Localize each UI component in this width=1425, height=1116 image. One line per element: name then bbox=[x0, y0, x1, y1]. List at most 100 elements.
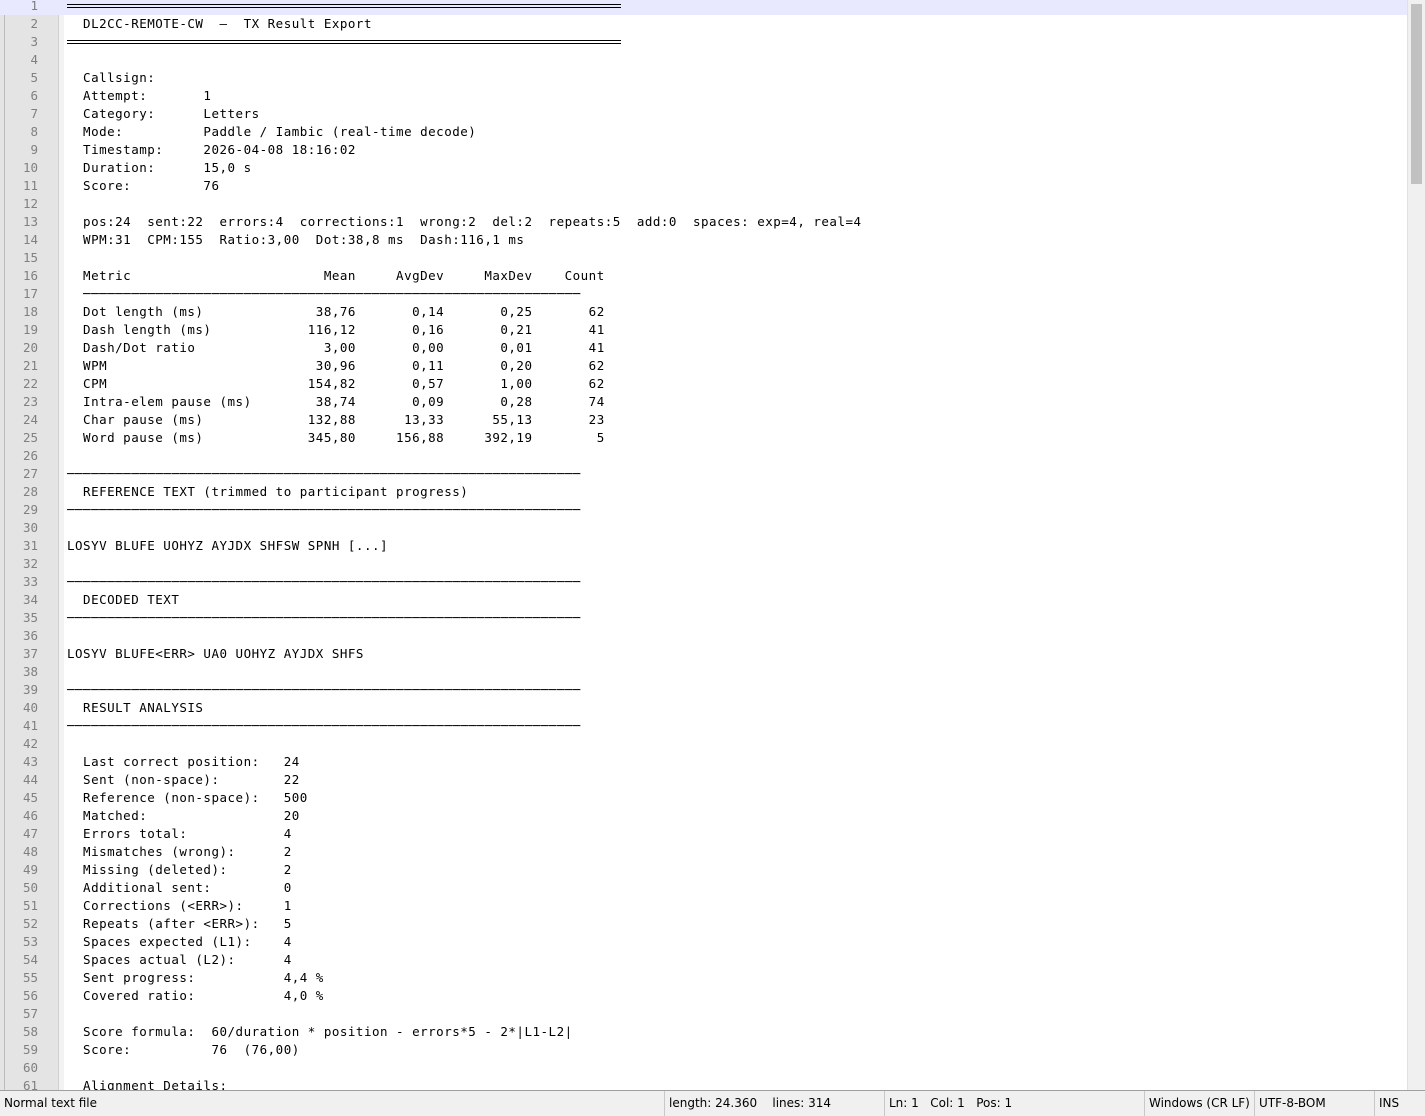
line-text[interactable]: LOSYV BLUFE UOHYZ AYJDX SHFSW SPNH [...] bbox=[67, 537, 388, 555]
text-line[interactable]: 8 Mode: Paddle / Iambic (real-time decod… bbox=[0, 123, 1407, 141]
line-text[interactable]: WPM:31 CPM:155 Ratio:3,00 Dot:38,8 ms Da… bbox=[67, 231, 524, 249]
text-line[interactable]: 57 bbox=[0, 1005, 1407, 1023]
text-line[interactable]: 29 ──────────────────────────────────────… bbox=[0, 501, 1407, 519]
text-line[interactable]: 53 Spaces expected (L1): 4 bbox=[0, 933, 1407, 951]
text-line[interactable]: 30 bbox=[0, 519, 1407, 537]
text-line[interactable]: 59 Score: 76 (76,00) bbox=[0, 1041, 1407, 1059]
line-text[interactable]: Repeats (after <ERR>): 5 bbox=[67, 915, 292, 933]
line-text[interactable]: Reference (non-space): 500 bbox=[67, 789, 308, 807]
vertical-scrollbar[interactable] bbox=[1407, 0, 1425, 1090]
text-line[interactable]: 44 Sent (non-space): 22 bbox=[0, 771, 1407, 789]
line-text[interactable]: Callsign: bbox=[67, 69, 155, 87]
text-line[interactable]: 19 Dash length (ms) 116,12 0,16 0,21 41 bbox=[0, 321, 1407, 339]
line-text[interactable]: ────────────────────────────────────────… bbox=[67, 501, 581, 519]
line-text[interactable]: Spaces expected (L1): 4 bbox=[67, 933, 292, 951]
text-line[interactable]: 15 bbox=[0, 249, 1407, 267]
line-text[interactable]: ────────────────────────────────────────… bbox=[67, 717, 581, 735]
text-line[interactable]: 47 Errors total: 4 bbox=[0, 825, 1407, 843]
line-text[interactable]: Missing (deleted): 2 bbox=[67, 861, 292, 879]
line-text[interactable]: Dash/Dot ratio 3,00 0,00 0,01 41 bbox=[67, 339, 605, 357]
text-line[interactable]: 24 Char pause (ms) 132,88 13,33 55,13 23 bbox=[0, 411, 1407, 429]
text-line[interactable]: 4 bbox=[0, 51, 1407, 69]
text-line[interactable]: 7 Category: Letters bbox=[0, 105, 1407, 123]
text-line[interactable]: 12 bbox=[0, 195, 1407, 213]
text-line[interactable]: 21 WPM 30,96 0,11 0,20 62 bbox=[0, 357, 1407, 375]
text-line[interactable]: 2 DL2CC-REMOTE-CW — TX Result Export bbox=[0, 15, 1407, 33]
text-line[interactable]: 60 bbox=[0, 1059, 1407, 1077]
line-text[interactable]: RESULT ANALYSIS bbox=[67, 699, 203, 717]
line-text[interactable]: Matched: 20 bbox=[67, 807, 300, 825]
text-line[interactable]: 16 Metric Mean AvgDev MaxDev Count bbox=[0, 267, 1407, 285]
text-line[interactable]: 52 Repeats (after <ERR>): 5 bbox=[0, 915, 1407, 933]
text-line[interactable]: 56 Covered ratio: 4,0 % bbox=[0, 987, 1407, 1005]
line-text[interactable]: Duration: 15,0 s bbox=[67, 159, 252, 177]
line-text[interactable]: Sent (non-space): 22 bbox=[67, 771, 300, 789]
text-line[interactable]: 13 pos:24 sent:22 errors:4 corrections:1… bbox=[0, 213, 1407, 231]
text-line[interactable]: 54 Spaces actual (L2): 4 bbox=[0, 951, 1407, 969]
line-text[interactable]: Timestamp: 2026-04-08 18:16:02 bbox=[67, 141, 356, 159]
text-line[interactable]: 55 Sent progress: 4,4 % bbox=[0, 969, 1407, 987]
line-text[interactable]: CPM 154,82 0,57 1,00 62 bbox=[67, 375, 605, 393]
line-text[interactable]: Mode: Paddle / Iambic (real-time decode) bbox=[67, 123, 476, 141]
line-text[interactable]: Char pause (ms) 132,88 13,33 55,13 23 bbox=[67, 411, 605, 429]
line-text[interactable]: Sent progress: 4,4 % bbox=[67, 969, 324, 987]
line-text[interactable]: REFERENCE TEXT (trimmed to participant p… bbox=[67, 483, 468, 501]
text-line[interactable]: 32 bbox=[0, 555, 1407, 573]
text-line[interactable]: 6 Attempt: 1 bbox=[0, 87, 1407, 105]
line-text[interactable]: Category: Letters bbox=[67, 105, 260, 123]
text-line[interactable]: 58 Score formula: 60/duration * position… bbox=[0, 1023, 1407, 1041]
text-line[interactable]: 50 Additional sent: 0 bbox=[0, 879, 1407, 897]
line-text[interactable]: Errors total: 4 bbox=[67, 825, 292, 843]
line-text[interactable]: Dash length (ms) 116,12 0,16 0,21 41 bbox=[67, 321, 605, 339]
line-text[interactable]: Score: 76 (76,00) bbox=[67, 1041, 300, 1059]
text-line[interactable]: 22 CPM 154,82 0,57 1,00 62 bbox=[0, 375, 1407, 393]
scrollbar-thumb[interactable] bbox=[1411, 4, 1422, 184]
line-text[interactable]: Dot length (ms) 38,76 0,14 0,25 62 bbox=[67, 303, 605, 321]
line-text[interactable]: ────────────────────────────────────────… bbox=[67, 573, 581, 591]
text-line[interactable]: 14 WPM:31 CPM:155 Ratio:3,00 Dot:38,8 ms… bbox=[0, 231, 1407, 249]
text-line[interactable]: 45 Reference (non-space): 500 bbox=[0, 789, 1407, 807]
text-line[interactable]: 23 Intra-elem pause (ms) 38,74 0,09 0,28… bbox=[0, 393, 1407, 411]
text-line[interactable]: 25 Word pause (ms) 345,80 156,88 392,19 … bbox=[0, 429, 1407, 447]
text-line[interactable]: 3 bbox=[0, 33, 1407, 51]
text-line[interactable]: 41 ──────────────────────────────────────… bbox=[0, 717, 1407, 735]
line-text[interactable]: Covered ratio: 4,0 % bbox=[67, 987, 324, 1005]
text-line[interactable]: 11 Score: 76 bbox=[0, 177, 1407, 195]
line-text[interactable]: Alignment Details: bbox=[67, 1077, 228, 1090]
text-line[interactable]: 1 bbox=[0, 0, 1407, 15]
line-text[interactable]: Word pause (ms) 345,80 156,88 392,19 5 bbox=[67, 429, 605, 447]
line-text[interactable]: Score: 76 bbox=[67, 177, 220, 195]
text-line[interactable]: 51 Corrections (<ERR>): 1 bbox=[0, 897, 1407, 915]
text-line[interactable]: 5 Callsign: bbox=[0, 69, 1407, 87]
text-line[interactable]: 42 bbox=[0, 735, 1407, 753]
text-line[interactable]: 49 Missing (deleted): 2 bbox=[0, 861, 1407, 879]
line-text[interactable]: Last correct position: 24 bbox=[67, 753, 300, 771]
line-text[interactable]: ────────────────────────────────────────… bbox=[67, 465, 581, 483]
line-text[interactable]: ────────────────────────────────────────… bbox=[67, 609, 581, 627]
text-line[interactable]: 48 Mismatches (wrong): 2 bbox=[0, 843, 1407, 861]
text-line[interactable]: 34 DECODED TEXT bbox=[0, 591, 1407, 609]
text-line[interactable]: 27 ──────────────────────────────────────… bbox=[0, 465, 1407, 483]
text-line[interactable]: 35 ──────────────────────────────────────… bbox=[0, 609, 1407, 627]
text-line[interactable]: 26 bbox=[0, 447, 1407, 465]
text-line[interactable]: 33 ──────────────────────────────────────… bbox=[0, 573, 1407, 591]
text-editor[interactable]: 12 DL2CC-REMOTE-CW — TX Result Export 3 4 5… bbox=[0, 0, 1425, 1090]
line-text[interactable]: WPM 30,96 0,11 0,20 62 bbox=[67, 357, 605, 375]
line-text[interactable]: DL2CC-REMOTE-CW — TX Result Export bbox=[67, 15, 372, 33]
line-text[interactable]: ────────────────────────────────────────… bbox=[67, 285, 581, 303]
line-text[interactable]: Additional sent: 0 bbox=[67, 879, 292, 897]
line-text[interactable]: Attempt: 1 bbox=[67, 87, 211, 105]
text-line[interactable]: 36 bbox=[0, 627, 1407, 645]
line-text[interactable]: Score formula: 60/duration * position - … bbox=[67, 1023, 573, 1041]
text-line[interactable]: 40 RESULT ANALYSIS bbox=[0, 699, 1407, 717]
line-text[interactable]: Corrections (<ERR>): 1 bbox=[67, 897, 292, 915]
text-line[interactable]: 37 LOSYV BLUFE<ERR> UA0 UOHYZ AYJDX SHFS bbox=[0, 645, 1407, 663]
text-line[interactable]: 61 Alignment Details: bbox=[0, 1077, 1407, 1090]
line-text[interactable]: Metric Mean AvgDev MaxDev Count bbox=[67, 267, 605, 285]
text-line[interactable]: 18 Dot length (ms) 38,76 0,14 0,25 62 bbox=[0, 303, 1407, 321]
line-text[interactable]: DECODED TEXT bbox=[67, 591, 179, 609]
text-line[interactable]: 31 LOSYV BLUFE UOHYZ AYJDX SHFSW SPNH [..… bbox=[0, 537, 1407, 555]
text-line[interactable]: 28 REFERENCE TEXT (trimmed to participan… bbox=[0, 483, 1407, 501]
line-text[interactable]: Spaces actual (L2): 4 bbox=[67, 951, 292, 969]
text-line[interactable]: 39 ──────────────────────────────────────… bbox=[0, 681, 1407, 699]
